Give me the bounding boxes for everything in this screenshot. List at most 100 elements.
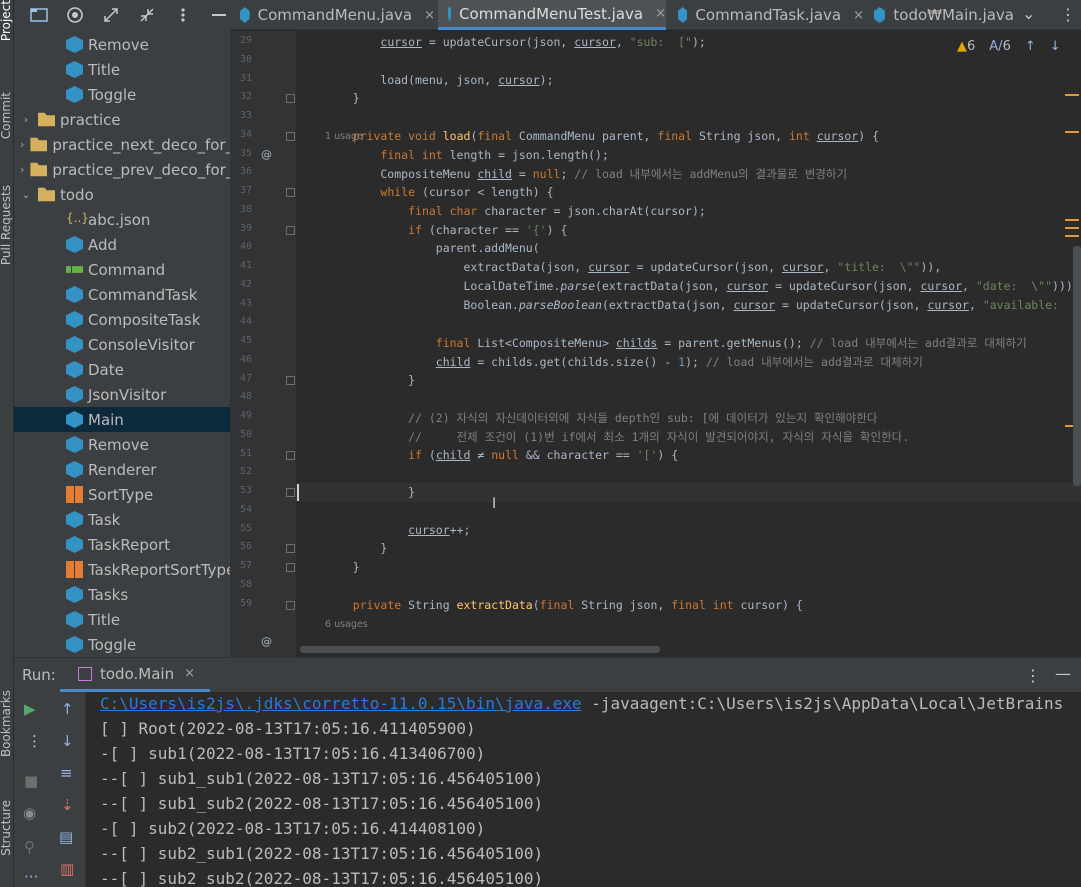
more-tools-icon[interactable]: ··· — [24, 868, 38, 886]
code-line[interactable]: private void load(final CommandMenu pare… — [325, 129, 879, 143]
fold-marker-icon[interactable] — [286, 450, 295, 460]
close-icon[interactable]: × — [853, 8, 864, 23]
code-line[interactable]: } — [325, 560, 360, 574]
tree-item[interactable]: {..} abc.json — [14, 207, 230, 232]
java-exe-link[interactable]: C:\Users\is2js\.jdks\corretto-11.0.15\bi… — [100, 694, 582, 713]
tree-item[interactable]: SortType — [14, 482, 230, 507]
target-icon[interactable] — [66, 6, 84, 24]
error-stripe-mark[interactable] — [1065, 131, 1079, 133]
editor-horizontal-scrollbar[interactable] — [300, 646, 660, 653]
tree-item[interactable]: Task — [14, 507, 230, 532]
minimize-icon[interactable] — [210, 6, 228, 24]
tree-item[interactable]: Renderer — [14, 457, 230, 482]
next-highlight-icon[interactable]: ↓ — [1050, 39, 1061, 54]
fold-marker-icon[interactable] — [286, 544, 295, 554]
tree-item[interactable]: Title — [14, 57, 230, 82]
print-icon[interactable]: ▤ — [59, 828, 73, 846]
code-line[interactable]: child = childs.get(childs.size() - 1); /… — [325, 354, 923, 370]
camera-icon[interactable]: ◉ — [23, 804, 36, 822]
code-line[interactable]: while (cursor < length) { — [325, 185, 553, 199]
code-line[interactable]: cursor = updateCursor(json, cursor, "sub… — [325, 35, 705, 49]
tab-todo-main[interactable]: todo₩Main.java — [864, 0, 1014, 30]
tree-item[interactable]: TaskReport — [14, 532, 230, 557]
override-marker-icon[interactable]: @ — [261, 148, 272, 161]
pin-icon[interactable]: ⚲ — [24, 838, 35, 856]
tree-item[interactable]: Remove — [14, 32, 230, 57]
expand-icon[interactable] — [102, 6, 120, 24]
code-line[interactable]: private String extractData(final String … — [325, 598, 803, 612]
code-line[interactable]: extractData(json, cursor = updateCursor(… — [325, 260, 941, 274]
code-line[interactable]: } — [325, 541, 387, 555]
tree-item[interactable]: Remove — [14, 432, 230, 457]
inspection-widget[interactable]: ▲6 A/6 ↑ ↓ — [957, 39, 1061, 54]
close-icon[interactable]: × — [184, 666, 195, 681]
structure-tool-tab[interactable]: Structure — [0, 800, 13, 856]
error-stripe-mark[interactable] — [1065, 227, 1079, 229]
tab-command-task[interactable]: CommandTask.java × — [668, 0, 864, 30]
code-editor[interactable]: 29 30 31 32 33 34 35 36 37 38 39 40 41 42 43 44 45 46 47 48… — [230, 31, 1081, 657]
code-line[interactable]: } — [325, 485, 415, 499]
code-line[interactable]: final int length = json.length(); — [325, 148, 608, 162]
up-arrow-icon[interactable]: ↑ — [61, 700, 74, 718]
console-output[interactable]: C:\Users\is2js\.jdks\corretto-11.0.15\bi… — [98, 692, 1081, 887]
tree-item[interactable]: › practice_next_deco_for_a — [14, 132, 230, 157]
tree-expand-icon[interactable]: ⌄ — [20, 188, 32, 201]
down-arrow-icon[interactable]: ↓ — [61, 732, 74, 750]
tree-item[interactable]: › practice — [14, 107, 230, 132]
folder-icon[interactable] — [30, 6, 48, 24]
fold-marker-icon[interactable] — [286, 188, 295, 197]
tree-item[interactable]: › practice_prev_deco_for_s — [14, 157, 230, 182]
soft-wrap-icon[interactable]: ≡ — [60, 764, 73, 782]
collapse-icon[interactable] — [138, 6, 156, 24]
tree-item[interactable]: Command — [14, 257, 230, 282]
code-line[interactable]: } — [325, 373, 415, 387]
tab-overflow-icon[interactable]: ⌄ — [1022, 4, 1035, 23]
fold-marker-icon[interactable] — [286, 375, 295, 385]
code-line[interactable]: } — [325, 91, 360, 105]
fold-marker-icon[interactable] — [286, 563, 295, 572]
code-line[interactable]: Boolean.parseBoolean(extractData(json, c… — [325, 298, 1081, 312]
tree-expand-icon[interactable]: › — [20, 113, 32, 126]
bookmarks-tool-tab[interactable]: Bookmarks — [0, 690, 13, 757]
tree-item[interactable]: ⌄ todo — [14, 182, 230, 207]
tree-item[interactable]: Title — [14, 607, 230, 632]
editor-vertical-scrollbar[interactable] — [1073, 246, 1081, 486]
fold-marker-icon[interactable] — [286, 488, 295, 497]
error-stripe-mark[interactable] — [1065, 219, 1079, 221]
error-stripe-mark[interactable] — [1065, 94, 1079, 96]
more-icon[interactable]: ⋮ — [1025, 666, 1041, 685]
fold-marker-icon[interactable] — [286, 600, 295, 610]
code-line[interactable]: if (character == '{') { — [325, 223, 567, 237]
code-line[interactable]: if (child ≠ null && character == '[') { — [325, 448, 678, 462]
scroll-to-end-icon[interactable]: ⇣ — [61, 796, 74, 814]
tree-item[interactable]: Tasks — [14, 582, 230, 607]
tree-item[interactable]: TaskReportSortType — [14, 557, 230, 582]
commit-tool-tab[interactable]: Commit — [0, 92, 13, 139]
more-icon[interactable] — [174, 6, 192, 24]
fold-marker-icon[interactable] — [286, 94, 295, 104]
close-icon[interactable]: × — [655, 6, 666, 21]
tree-item[interactable]: Main — [14, 407, 230, 432]
tree-item[interactable]: Add — [14, 232, 230, 257]
trash-icon[interactable]: ▥ — [60, 860, 74, 878]
code-line[interactable]: final char character = json.charAt(curso… — [325, 204, 706, 218]
code-line[interactable]: parent.addMenu( — [325, 241, 540, 255]
code-line[interactable]: // 전제 조건이 (1)번 if에서 최소 1개의 자식이 발견되어야지, 자… — [325, 429, 909, 445]
tree-expand-icon[interactable]: › — [20, 138, 24, 151]
tree-item[interactable]: JsonVisitor — [14, 382, 230, 407]
error-stripe-mark[interactable] — [1065, 235, 1079, 237]
previous-highlight-icon[interactable]: ↑ — [1025, 39, 1036, 54]
usages-hint[interactable]: 1 usage — [325, 131, 363, 142]
code-line[interactable]: CompositeMenu child = null; // load 내부에서… — [325, 166, 847, 182]
code-line[interactable]: final List<CompositeMenu> childs = paren… — [325, 335, 1027, 351]
tree-item[interactable]: Toggle — [14, 82, 230, 107]
code-line[interactable]: load(menu, json, cursor); — [325, 73, 553, 87]
close-icon[interactable]: × — [424, 8, 435, 23]
fold-marker-icon[interactable] — [286, 225, 295, 235]
tree-expand-icon[interactable]: › — [20, 163, 24, 176]
code-line[interactable]: // (2) 자식의 자신데이터외에 자식들 depth인 sub: [에 데이… — [325, 410, 877, 426]
rerun-icon[interactable]: ▶ — [24, 700, 36, 718]
pull-requests-tool-tab[interactable]: Pull Requests — [0, 185, 13, 265]
stop-icon[interactable]: ■ — [24, 772, 38, 790]
minimize-icon[interactable]: — — [1055, 664, 1071, 683]
